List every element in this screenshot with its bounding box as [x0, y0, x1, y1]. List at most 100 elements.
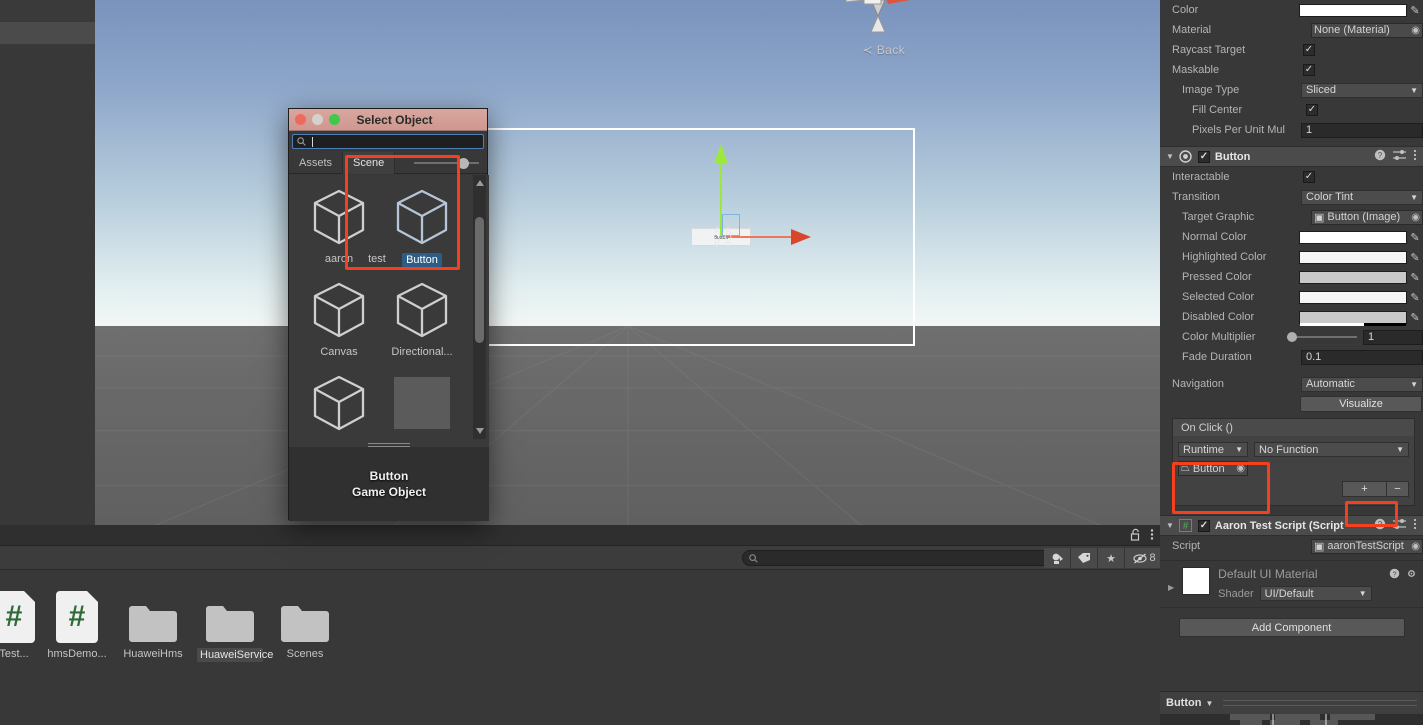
project-asset-grid[interactable]: # Test... # hmsDemo... HuaweiHms HuaweiS… [0, 570, 1160, 725]
interactable-checkbox[interactable]: ✓ [1303, 171, 1315, 183]
inspector-row-script[interactable]: Script ▣ aaronTestScript ◉ [1160, 536, 1423, 556]
inspector-row-pixels-per-unit[interactable]: Pixels Per Unit Mul 1 [1160, 120, 1423, 140]
dialog-object-grid[interactable]: aaron test Button Canvas Directional... [289, 175, 489, 439]
on-click-remove-button[interactable]: − [1387, 481, 1409, 497]
add-component-button[interactable]: Add Component [1178, 618, 1405, 637]
button-component-header[interactable]: ▼ ✓ Button ? [1160, 146, 1423, 167]
color-swatch[interactable] [1299, 3, 1407, 17]
object-picker-icon[interactable]: ◉ [1411, 25, 1420, 36]
project-asset-item[interactable]: # hmsDemo... [44, 585, 110, 660]
on-click-function-dropdown[interactable]: No Function ▼ [1254, 442, 1409, 457]
eyedropper-icon[interactable]: ✎ [1407, 311, 1423, 324]
minimize-icon[interactable] [312, 114, 323, 125]
dialog-scrollbar[interactable] [473, 175, 486, 439]
scene-view[interactable]: Button X ≺ Back [95, 0, 1160, 525]
inspector-row-color[interactable]: Color ✎ [1160, 0, 1423, 20]
scrollbar-thumb[interactable] [475, 217, 484, 343]
help-icon[interactable]: ? [1389, 568, 1400, 582]
inspector-row-disabled-color[interactable]: Disabled Color ✎ [1160, 307, 1423, 327]
close-icon[interactable] [295, 114, 306, 125]
filter-by-type-icon[interactable] [1044, 548, 1071, 568]
inspector-row-pressed-color[interactable]: Pressed Color ✎ [1160, 267, 1423, 287]
script-component-header[interactable]: ▼ # ✓ Aaron Test Script (Script ? [1160, 515, 1423, 536]
hidden-items-toggle[interactable]: 8 [1125, 548, 1165, 568]
lock-icon[interactable] [1130, 528, 1141, 541]
eyedropper-icon[interactable]: ✎ [1407, 271, 1423, 284]
project-asset-item[interactable]: Scenes [272, 585, 338, 660]
fade-duration-input[interactable]: 0.1 [1301, 349, 1423, 365]
inspector-row-normal-color[interactable]: Normal Color ✎ [1160, 227, 1423, 247]
color-multiplier-input[interactable]: 1 [1363, 329, 1423, 345]
on-click-object-field[interactable]: ⏢ Button ◉ [1178, 461, 1248, 476]
pixels-per-unit-input[interactable]: 1 [1301, 122, 1423, 138]
button-component-enabled-checkbox[interactable]: ✓ [1197, 150, 1210, 163]
object-picker-icon[interactable]: ◉ [1411, 212, 1420, 223]
filter-by-label-icon[interactable] [1071, 548, 1098, 568]
dialog-grid-item[interactable]: Canvas [298, 274, 380, 358]
eyedropper-icon[interactable]: ✎ [1407, 4, 1423, 17]
color-multiplier-slider[interactable] [1287, 332, 1357, 342]
project-asset-item[interactable]: HuaweiHms [120, 585, 186, 660]
kebab-menu-icon[interactable] [1150, 528, 1154, 541]
inspector-row-transition[interactable]: Transition Color Tint ▼ [1160, 187, 1423, 207]
inspector-row-highlighted-color[interactable]: Highlighted Color ✎ [1160, 247, 1423, 267]
scroll-down-arrow-icon[interactable] [476, 428, 484, 434]
select-object-dialog[interactable]: Select Object Assets Scene aaron test Bu… [288, 108, 489, 521]
project-toolbar[interactable]: ★ 8 [0, 546, 1165, 570]
visualize-button[interactable]: Visualize [1300, 396, 1422, 412]
disabled-color-swatch[interactable] [1299, 310, 1407, 326]
gear-icon[interactable] [1406, 568, 1417, 582]
shader-dropdown[interactable]: UI/Default ▼ [1259, 586, 1372, 601]
image-type-dropdown[interactable]: Sliced ▼ [1301, 82, 1423, 98]
dialog-grid-item[interactable] [298, 367, 380, 439]
chevron-down-icon[interactable]: ▼ [1166, 152, 1174, 161]
project-filter-buttons[interactable]: ★ 8 [1044, 548, 1165, 568]
eyedropper-icon[interactable]: ✎ [1407, 231, 1423, 244]
preset-icon[interactable] [1393, 149, 1406, 164]
dialog-grid-item-selected[interactable]: Button [381, 181, 463, 270]
dialog-grid-item[interactable] [381, 367, 463, 439]
inspector-row-material[interactable]: Material None (Material) ◉ [1160, 20, 1423, 40]
dialog-zoom-slider[interactable] [414, 156, 479, 170]
inspector-row-color-multiplier[interactable]: Color Multiplier 1 [1160, 327, 1423, 347]
script-object-field[interactable]: ▣ aaronTestScript ◉ [1311, 538, 1423, 554]
dialog-tabs[interactable]: Assets Scene [289, 151, 487, 174]
hierarchy-panel-sliver[interactable] [0, 0, 95, 525]
kebab-menu-icon[interactable] [1413, 518, 1417, 533]
project-panel[interactable]: ★ 8 # Test... # hmsDemo... HuaweiHms Hua… [0, 525, 1165, 725]
preview-drag-lines[interactable] [1223, 700, 1417, 706]
maximize-icon[interactable] [329, 114, 340, 125]
help-icon[interactable]: ? [1374, 149, 1386, 164]
inspector-row-maskable[interactable]: Maskable ✓ [1160, 60, 1423, 80]
fill-center-checkbox[interactable]: ✓ [1306, 104, 1318, 116]
on-click-add-button[interactable]: + [1342, 481, 1387, 497]
maskable-checkbox[interactable]: ✓ [1303, 64, 1315, 76]
favorites-star-icon[interactable]: ★ [1098, 548, 1125, 568]
object-picker-icon[interactable]: ◉ [1236, 463, 1245, 474]
gizmo-x-arrow-icon[interactable] [791, 229, 811, 245]
gizmo-y-arrow-icon[interactable] [714, 144, 728, 164]
inspector-row-image-type[interactable]: Image Type Sliced ▼ [1160, 80, 1423, 100]
navigation-dropdown[interactable]: Automatic ▼ [1301, 376, 1423, 392]
hierarchy-selected-row[interactable] [0, 22, 95, 44]
gizmo-x-axis[interactable] [727, 236, 793, 238]
inspector-preview-footer[interactable]: Button ▼ [1160, 691, 1423, 725]
help-icon[interactable]: ? [1374, 518, 1386, 533]
inspector-row-fade-duration[interactable]: Fade Duration 0.1 [1160, 347, 1423, 367]
zoom-slider-knob[interactable] [458, 157, 469, 169]
object-picker-icon[interactable]: ◉ [1411, 541, 1420, 552]
inspector-panel[interactable]: Color ✎ Material None (Material) ◉ Rayca… [1160, 0, 1423, 725]
project-search-input[interactable] [742, 550, 1052, 566]
inspector-row-target-graphic[interactable]: Target Graphic ▣ Button (Image) ◉ [1160, 207, 1423, 227]
script-enabled-checkbox[interactable]: ✓ [1197, 519, 1210, 532]
inspector-row-navigation[interactable]: Navigation Automatic ▼ [1160, 374, 1423, 394]
raycast-target-checkbox[interactable]: ✓ [1303, 44, 1315, 56]
chevron-right-icon[interactable]: ▶ [1168, 583, 1174, 592]
tab-assets[interactable]: Assets [289, 152, 342, 174]
selected-color-swatch[interactable] [1299, 290, 1407, 304]
dialog-grid-item[interactable]: Directional... [381, 274, 463, 358]
kebab-menu-icon[interactable] [1413, 149, 1417, 164]
inspector-row-fill-center[interactable]: Fill Center ✓ [1160, 100, 1423, 120]
eyedropper-icon[interactable]: ✎ [1407, 251, 1423, 264]
gizmo-center-handle-icon[interactable] [712, 225, 734, 249]
